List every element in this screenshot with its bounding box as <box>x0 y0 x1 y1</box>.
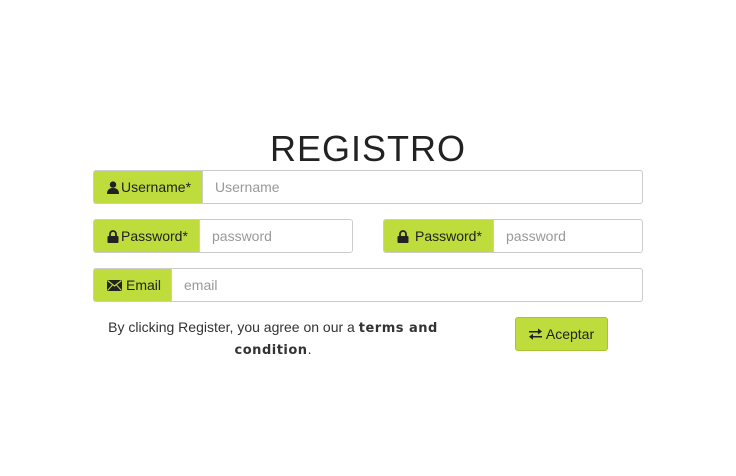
username-addon: Username* <box>93 170 202 204</box>
email-input[interactable] <box>171 268 643 302</box>
email-group: Email <box>93 268 643 302</box>
page-title: REGISTRO <box>269 128 466 169</box>
password-group: Password* <box>93 219 353 253</box>
submit-button[interactable]: Aceptar <box>515 317 608 351</box>
terms-suffix: . <box>307 341 312 357</box>
password-confirm-input[interactable] <box>493 219 643 253</box>
email-addon: Email <box>93 268 171 302</box>
envelope-icon <box>107 279 122 291</box>
exchange-icon <box>528 328 542 340</box>
password-input[interactable] <box>199 219 353 253</box>
password-confirm-group: Password* <box>383 219 643 253</box>
password-label: Password* <box>121 228 188 244</box>
submit-label: Aceptar <box>545 326 595 342</box>
password-confirm-label: Password* <box>415 228 482 244</box>
username-input[interactable] <box>202 170 643 204</box>
email-label: Email <box>126 277 162 293</box>
user-icon <box>107 180 119 194</box>
lock-icon <box>107 229 119 243</box>
username-group: Username* <box>93 170 643 204</box>
password-addon: Password* <box>93 219 199 253</box>
terms-text: By clicking Register, you agree on our a… <box>93 317 453 361</box>
terms-prefix: By clicking Register, you agree on our a <box>108 319 355 335</box>
lock-icon <box>397 229 409 243</box>
username-label: Username* <box>121 179 192 195</box>
password-confirm-addon: Password* <box>383 219 493 253</box>
